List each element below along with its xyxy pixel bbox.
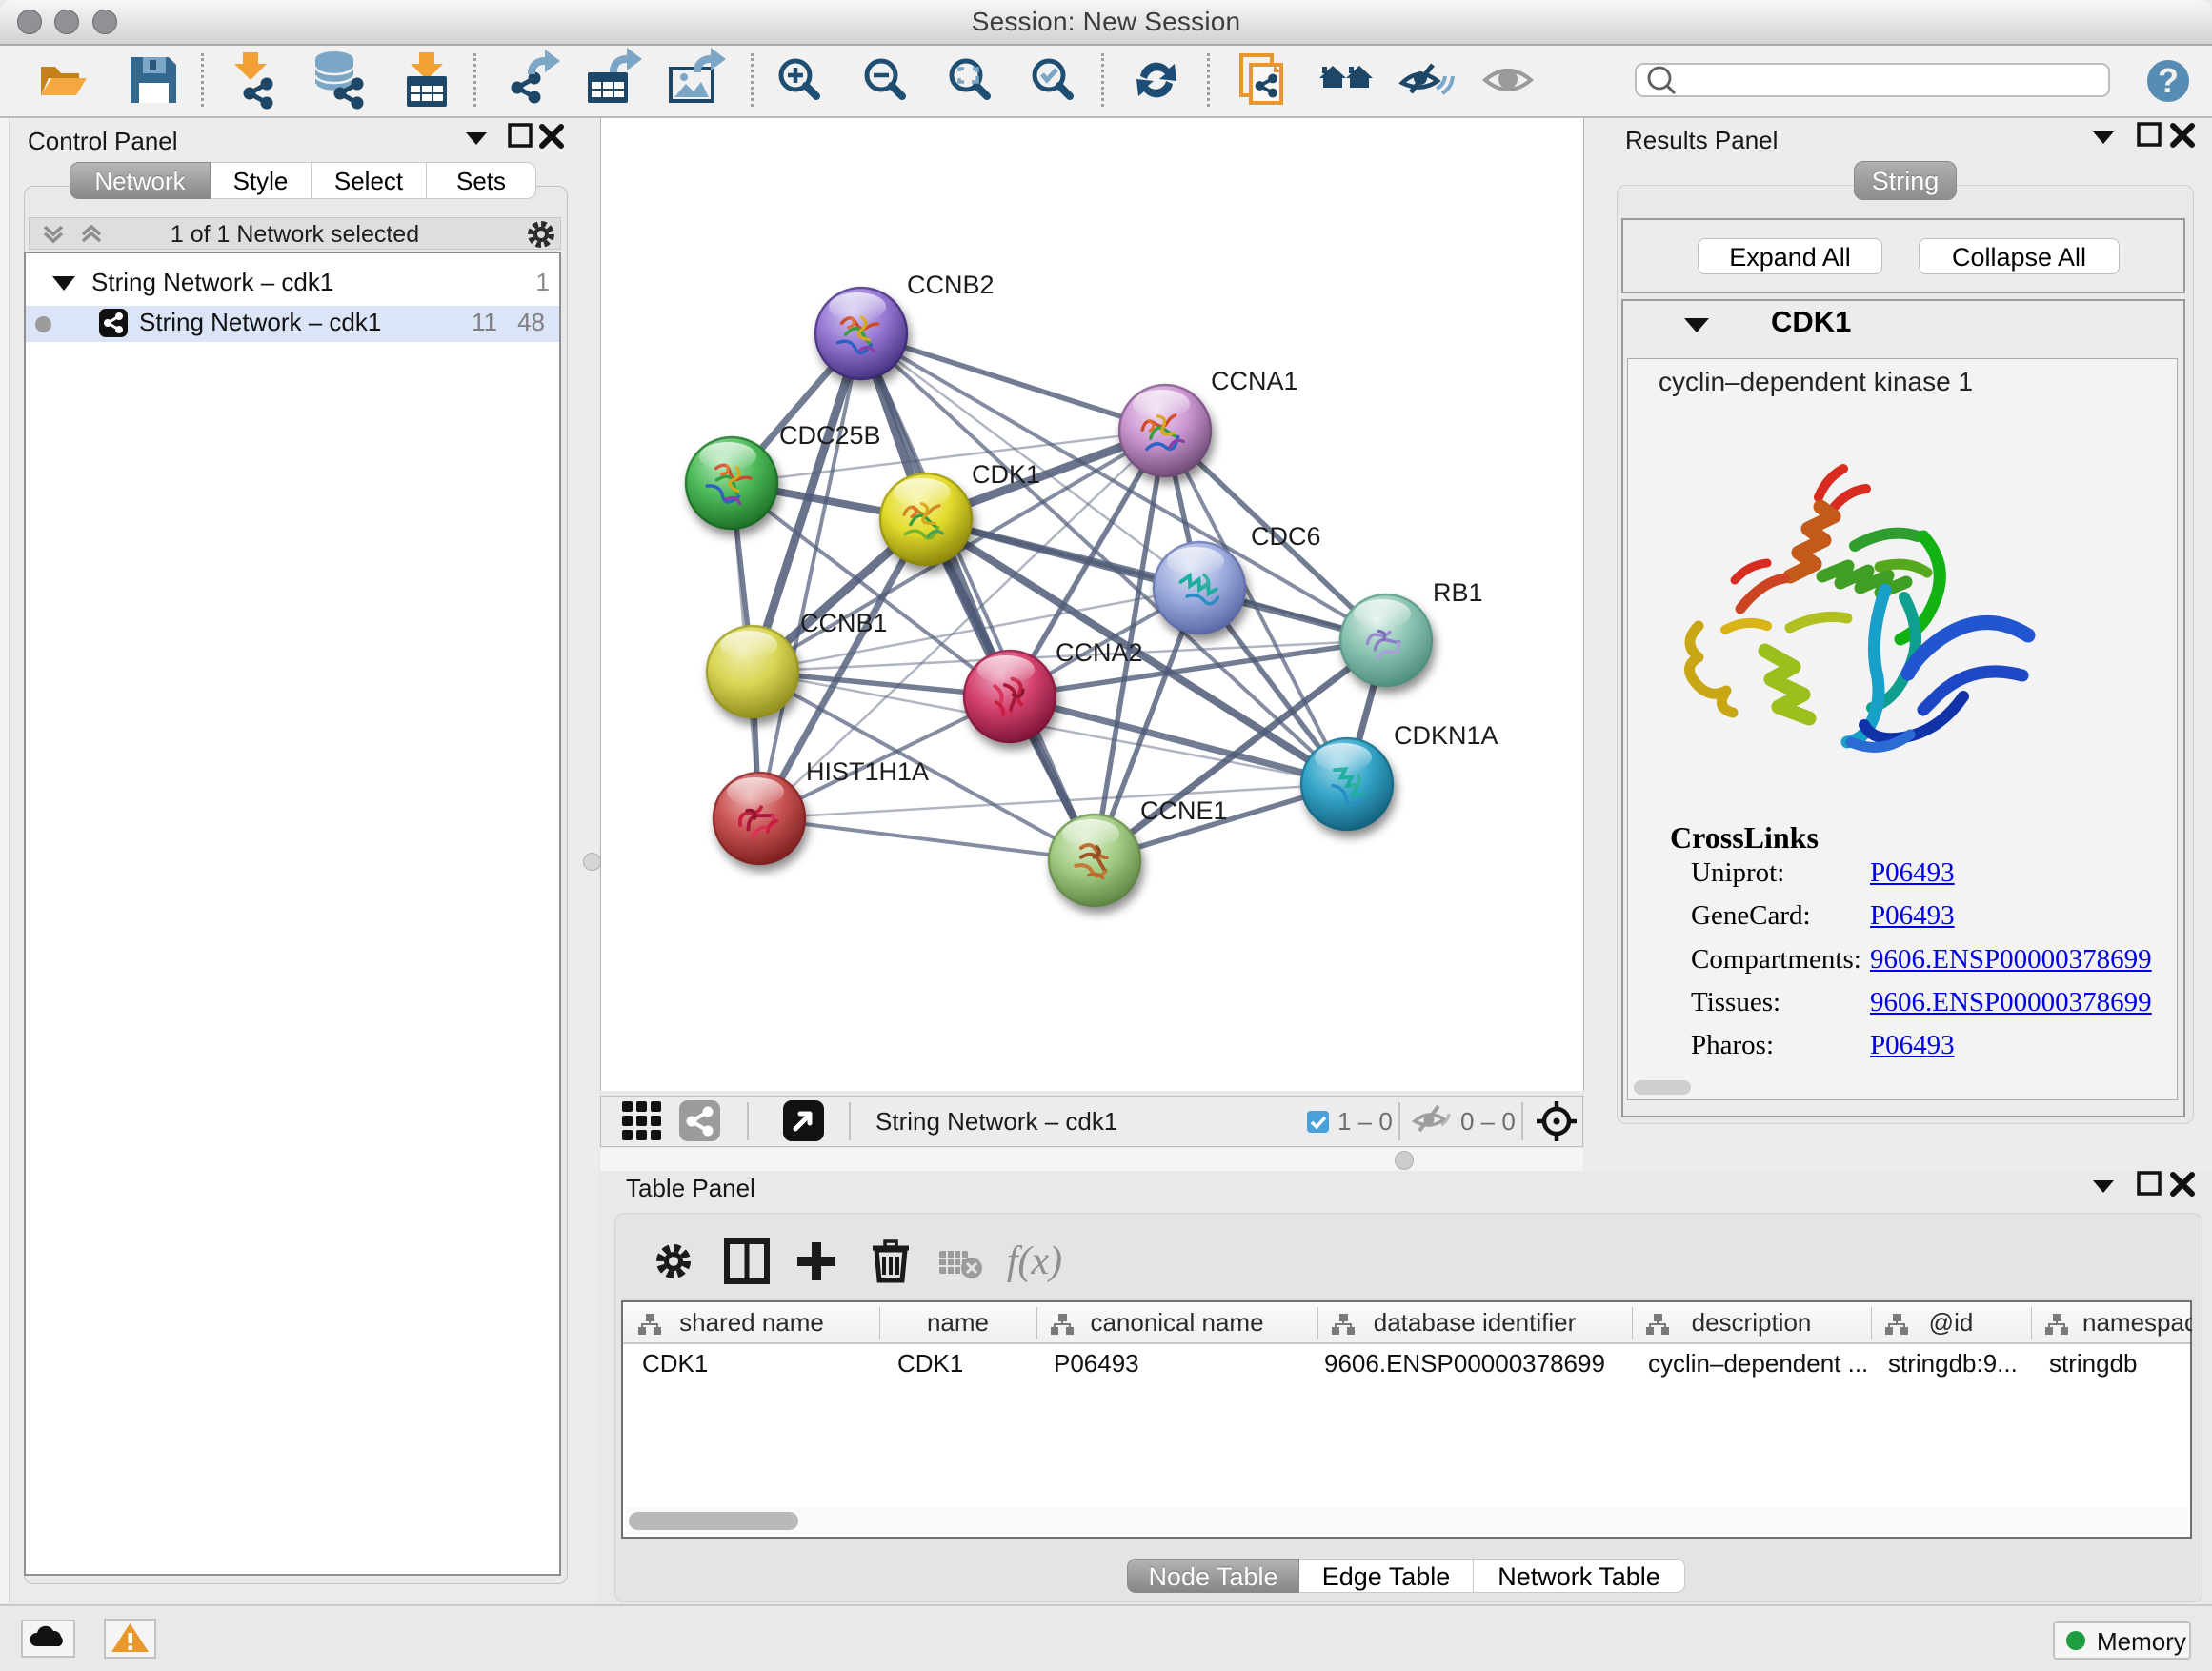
svg-text:CDC25B: CDC25B bbox=[779, 421, 881, 450]
svg-text:1 – 0: 1 – 0 bbox=[1337, 1107, 1393, 1136]
svg-text:CCNA1: CCNA1 bbox=[1211, 367, 1298, 395]
svg-text:HIST1H1A: HIST1H1A bbox=[806, 757, 929, 786]
svg-text:f(x): f(x) bbox=[1007, 1239, 1062, 1283]
svg-text:CCNE1: CCNE1 bbox=[1140, 796, 1228, 825]
svg-text:CDKN1A: CDKN1A bbox=[1394, 721, 1498, 750]
svg-text:CDC6: CDC6 bbox=[1251, 522, 1321, 551]
svg-text:CCNB2: CCNB2 bbox=[907, 271, 995, 299]
svg-text:CCNB1: CCNB1 bbox=[800, 609, 888, 637]
svg-text:CDK1: CDK1 bbox=[972, 460, 1040, 489]
svg-text:String Network – cdk1: String Network – cdk1 bbox=[875, 1107, 1117, 1136]
svg-text:CCNA2: CCNA2 bbox=[1056, 638, 1143, 667]
svg-text:RB1: RB1 bbox=[1433, 578, 1483, 607]
svg-text:0 – 0: 0 – 0 bbox=[1460, 1107, 1516, 1136]
svg-text:?: ? bbox=[2158, 61, 2179, 100]
